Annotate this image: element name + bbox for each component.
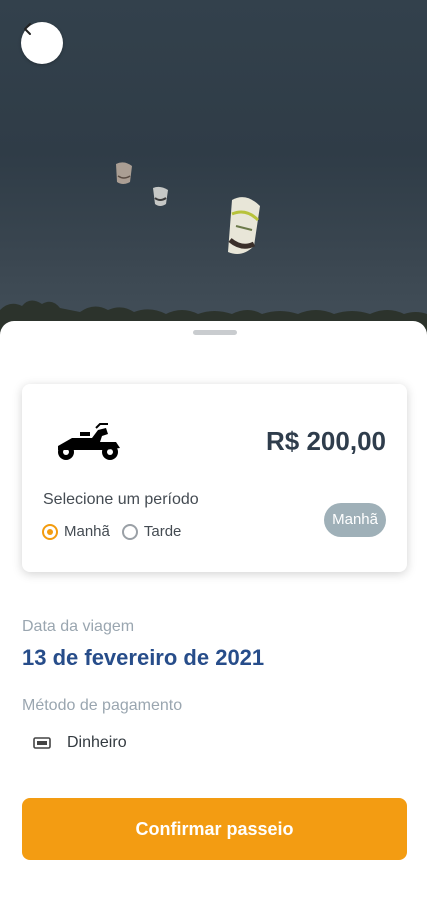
period-option-label: Manhã xyxy=(64,523,110,540)
period-radio-group: Manhã Tarde xyxy=(42,523,193,540)
radio-afternoon[interactable] xyxy=(121,523,138,540)
payment-method-row[interactable]: Dinheiro xyxy=(33,734,127,752)
period-option-afternoon[interactable]: Tarde xyxy=(121,523,182,540)
back-button[interactable] xyxy=(21,22,63,64)
payment-method-label: Método de pagamento xyxy=(22,697,183,714)
trip-date-value: 13 de fevereiro de 2021 xyxy=(22,645,265,670)
period-option-label: Tarde xyxy=(143,523,182,540)
sheet-drag-handle[interactable] xyxy=(193,330,237,335)
tour-card: R$ 200,00 Selecione um período Manhã Tar… xyxy=(22,384,407,572)
kites-illustration xyxy=(0,162,427,340)
payment-method-value: Dinheiro xyxy=(67,734,127,751)
hero-photo xyxy=(0,0,427,340)
cash-icon xyxy=(33,737,51,749)
radio-morning[interactable] xyxy=(42,523,58,540)
trip-date-label: Data da viagem xyxy=(22,618,135,635)
period-prompt: Selecione um período xyxy=(43,491,199,508)
period-option-morning[interactable]: Manhã xyxy=(42,523,110,540)
buggy-icon xyxy=(58,423,120,460)
selected-period-badge: Manhã xyxy=(324,503,386,537)
chevron-left-icon xyxy=(24,23,31,35)
price-label: R$ 200,00 xyxy=(266,426,386,456)
confirm-tour-button[interactable]: Confirmar passeio xyxy=(22,798,407,860)
